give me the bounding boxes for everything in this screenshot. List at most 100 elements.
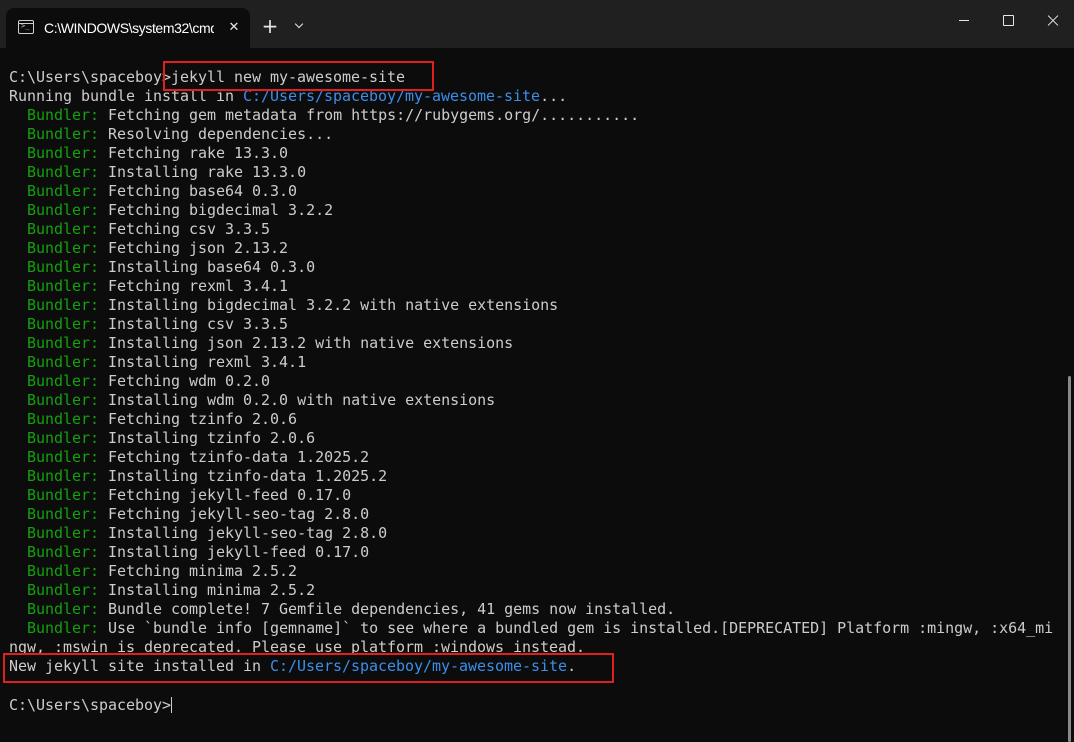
bundler-label: Bundler: [27,486,100,504]
bundler-label: Bundler: [27,239,100,257]
title-bar: C:\WINDOWS\system32\cmd.exe ✕ + [0,0,1074,48]
bundler-line: Bundler: Fetching jekyll-feed 0.17.0 [9,486,351,505]
bundler-message: Fetching rake 13.3.0 [108,144,289,162]
scrollbar[interactable] [1068,376,1071,742]
bundler-line: Bundler: Fetching jekyll-seo-tag 2.8.0 [9,505,369,524]
bundler-message: Use `bundle info [gemname]` to see where… [108,619,1054,637]
minimize-button[interactable] [941,8,987,34]
bundler-message: Installing jekyll-feed 0.17.0 [108,543,370,561]
bundler-label: Bundler: [27,410,100,428]
bundler-label: Bundler: [27,581,100,599]
bundler-message: Installing csv 3.3.5 [108,315,289,333]
bundler-line: Bundler: Fetching rexml 3.4.1 [9,277,288,296]
tab-title: C:\WINDOWS\system32\cmd.exe [44,20,214,36]
bundler-label: Bundler: [27,543,100,561]
bundler-line: Bundler: Installing wdm 0.2.0 with nativ… [9,391,495,410]
bundler-message: Bundle complete! 7 Gemfile dependencies,… [108,600,676,618]
bundler-message: Fetching csv 3.3.5 [108,220,271,238]
final-prompt-line: C:\Users\spaceboy> [9,696,173,715]
bundler-label: Bundler: [27,201,100,219]
terminal-output[interactable]: C:\Users\spaceboy>jekyll new my-awesome-… [0,48,1070,742]
bundler-line: Bundler: Installing rake 13.3.0 [9,163,306,182]
bundler-line: Bundler: Fetching wdm 0.2.0 [9,372,270,391]
bundler-label: Bundler: [27,619,100,637]
bundler-line: Bundler: Fetching bigdecimal 3.2.2 [9,201,333,220]
bundler-label: Bundler: [27,372,100,390]
new-tab-button[interactable]: + [256,14,284,38]
bundler-line: Bundler: Fetching tzinfo-data 1.2025.2 [9,448,369,467]
result-highlight-box [3,653,614,683]
bundler-label: Bundler: [27,524,100,542]
bundler-line: Bundler: Installing minima 2.5.2 [9,581,315,600]
terminal-icon [18,20,34,34]
bundler-message: Fetching bigdecimal 3.2.2 [108,201,334,219]
bundler-line: Bundler: Resolving dependencies... [9,125,333,144]
text-cursor [171,697,173,713]
bundler-label: Bundler: [27,296,100,314]
bundler-line: Bundler: Fetching gem metadata from http… [9,106,639,125]
close-window-button[interactable] [1030,8,1074,34]
bundler-message: Fetching gem metadata from https://rubyg… [108,106,640,124]
bundler-line: Bundler: Installing json 2.13.2 with nat… [9,334,513,353]
bundler-label: Bundler: [27,277,100,295]
bundler-label: Bundler: [27,144,100,162]
prompt: C:\Users\spaceboy> [9,68,172,86]
bundler-label: Bundler: [27,391,100,409]
final-prompt: C:\Users\spaceboy> [9,696,172,714]
bundler-message: Fetching minima 2.5.2 [108,562,298,580]
bundler-line: Bundler: Installing jekyll-feed 0.17.0 [9,543,369,562]
bundler-message: Fetching wdm 0.2.0 [108,372,271,390]
bundler-line: Bundler: Installing bigdecimal 3.2.2 wit… [9,296,558,315]
bundler-label: Bundler: [27,163,100,181]
bundler-line: Bundler: Installing jekyll-seo-tag 2.8.0 [9,524,387,543]
chevron-down-icon[interactable] [288,14,312,38]
bundler-message: Installing tzinfo-data 1.2025.2 [108,467,388,485]
bundler-label: Bundler: [27,562,100,580]
bundler-line: Bundler: Fetching tzinfo 2.0.6 [9,410,297,429]
bundler-label: Bundler: [27,429,100,447]
bundler-message: Fetching tzinfo 2.0.6 [108,410,298,428]
bundler-label: Bundler: [27,220,100,238]
bundler-line: Bundler: Installing base64 0.3.0 [9,258,315,277]
bundler-line: Bundler: Installing csv 3.3.5 [9,315,288,334]
bundler-message: Fetching tzinfo-data 1.2025.2 [108,448,370,466]
bundler-line: Bundler: Fetching json 2.13.2 [9,239,288,258]
bundler-label: Bundler: [27,467,100,485]
bundler-message: Installing rake 13.3.0 [108,163,307,181]
bundler-line: Bundler: Fetching rake 13.3.0 [9,144,288,163]
command-highlight-box [163,61,434,91]
bundler-line: Bundler: Installing rexml 3.4.1 [9,353,306,372]
bundler-label: Bundler: [27,258,100,276]
bundler-line: Bundler: Installing tzinfo 2.0.6 [9,429,315,448]
bundler-line: Bundler: Fetching base64 0.3.0 [9,182,297,201]
bundler-message: Installing minima 2.5.2 [108,581,316,599]
bundler-label: Bundler: [27,353,100,371]
maximize-button[interactable] [985,8,1031,34]
bundler-message: Installing base64 0.3.0 [108,258,316,276]
bundler-label: Bundler: [27,315,100,333]
bundler-line: Bundler: Fetching minima 2.5.2 [9,562,297,581]
bundler-line: Bundler: Fetching csv 3.3.5 [9,220,270,239]
bundler-message: Installing tzinfo 2.0.6 [108,429,316,447]
bundler-label: Bundler: [27,182,100,200]
bundler-label: Bundler: [27,125,100,143]
bundler-message: Fetching rexml 3.4.1 [108,277,289,295]
bundler-message: Installing rexml 3.4.1 [108,353,307,371]
bundler-message: Fetching base64 0.3.0 [108,182,298,200]
bundler-message: Fetching json 2.13.2 [108,239,289,257]
bundler-message: Resolving dependencies... [108,125,334,143]
bundler-label: Bundler: [27,505,100,523]
bundler-message: Installing json 2.13.2 with native exten… [108,334,514,352]
bundler-line: Bundler: Use `bundle info [gemname]` to … [9,619,1053,638]
tab-close-button[interactable]: ✕ [224,18,244,38]
bundler-line: Bundler: Bundle complete! 7 Gemfile depe… [9,600,675,619]
bundler-label: Bundler: [27,448,100,466]
bundler-message: Fetching jekyll-seo-tag 2.8.0 [108,505,370,523]
bundler-label: Bundler: [27,106,100,124]
bundler-label: Bundler: [27,334,100,352]
tab-cmd[interactable]: C:\WINDOWS\system32\cmd.exe ✕ [6,8,250,48]
bundler-message: Installing bigdecimal 3.2.2 with native … [108,296,559,314]
terminal-window: C:\WINDOWS\system32\cmd.exe ✕ + C:\Users… [0,0,1074,742]
running-suffix: ... [540,87,568,105]
bundler-message: Fetching jekyll-feed 0.17.0 [108,486,352,504]
